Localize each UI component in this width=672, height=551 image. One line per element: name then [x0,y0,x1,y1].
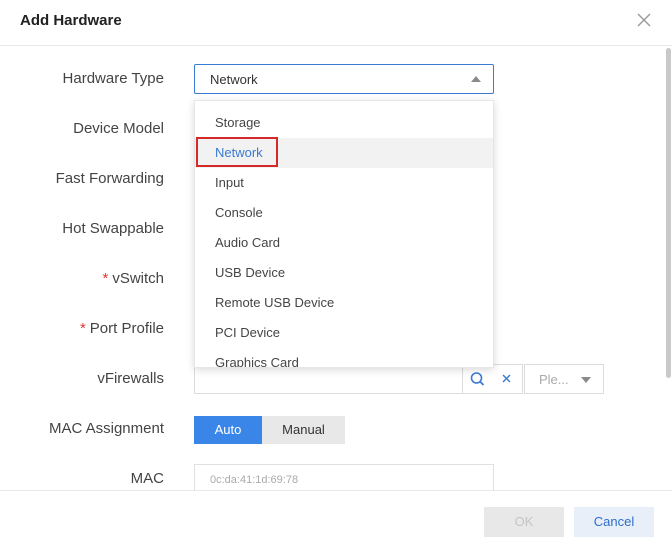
option-storage[interactable]: Storage [195,108,493,138]
label-mac-assignment: MAC Assignment [48,420,164,437]
dialog-title: Add Hardware [20,12,122,29]
add-hardware-dialog: Add Hardware Hardware Type Device Model … [0,0,672,551]
label-vswitch-text: vSwitch [112,270,164,287]
label-fast-forwarding: Fast Forwarding [55,170,164,187]
required-mark: * [79,320,86,337]
option-audio-card[interactable]: Audio Card [195,228,493,258]
dialog-footer: OK Cancel [0,490,672,551]
option-input[interactable]: Input [195,168,493,198]
vfirewalls-search-group: Ple... [194,364,604,394]
chevron-down-icon [581,377,591,383]
dialog-header: Add Hardware [0,0,672,46]
label-port-profile-text: Port Profile [89,320,164,337]
vfirewalls-input[interactable] [194,364,462,394]
mac-assignment-auto-button[interactable]: Auto [194,416,262,444]
option-pci-device[interactable]: PCI Device [195,318,493,348]
option-console[interactable]: Console [195,198,493,228]
label-port-profile: * Port Profile [80,320,164,337]
vfirewalls-select-placeholder: Ple... [539,372,569,387]
clear-button[interactable] [492,364,523,394]
hardware-type-select[interactable]: Network [194,64,494,94]
option-usb-device[interactable]: USB Device [195,258,493,288]
option-graphics-card[interactable]: Graphics Card [195,348,493,367]
hardware-type-value: Network [210,72,258,87]
label-vswitch: * vSwitch [102,270,164,287]
search-button[interactable] [462,364,493,394]
close-icon [502,374,511,383]
highlight-box [196,137,278,167]
mac-value: 0c:da:41:1d:69:78 [210,474,299,486]
label-mac: MAC [130,470,164,487]
required-mark: * [102,270,109,287]
cancel-button[interactable]: Cancel [574,507,654,537]
label-hardware-type: Hardware Type [62,70,164,87]
option-remote-usb-device[interactable]: Remote USB Device [195,288,493,318]
ok-button[interactable]: OK [484,507,564,537]
hardware-type-dropdown: Storage Network Input Console Audio Card… [194,100,494,368]
label-hot-swappable: Hot Swappable [62,220,164,237]
close-icon[interactable] [634,10,654,30]
vfirewalls-select[interactable]: Ple... [524,364,604,394]
label-vfirewalls: vFirewalls [97,370,164,387]
dialog-scrollbar[interactable] [666,48,671,378]
mac-assignment-manual-button[interactable]: Manual [262,416,345,444]
chevron-up-icon [471,76,481,82]
search-icon [470,372,485,386]
label-device-model: Device Model [73,120,164,137]
